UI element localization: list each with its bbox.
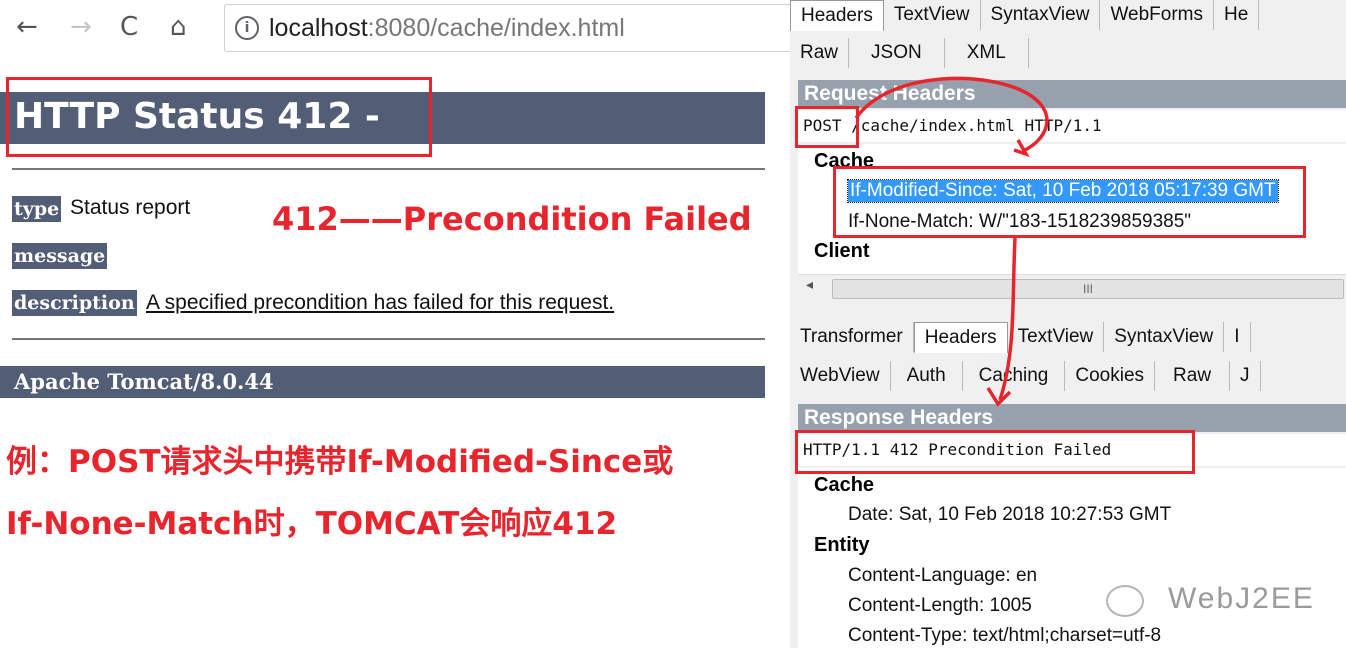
description-label: description <box>12 290 137 316</box>
request-line: POST /cache/index.html HTTP/1.1 <box>798 110 1346 142</box>
scroll-thumb[interactable]: III <box>832 279 1344 299</box>
request-tab-row: Headers TextView SyntaxView WebForms He <box>790 0 1346 31</box>
tab-textview[interactable]: TextView <box>1008 322 1105 352</box>
response-headers-title: Response Headers <box>798 404 1346 432</box>
tab-imageview[interactable]: I <box>1224 322 1251 352</box>
scroll-left-icon[interactable]: ◂ <box>806 277 813 293</box>
url-text[interactable]: localhost:8080/cache/index.html <box>269 14 625 43</box>
response-header-tree: Cache Date: Sat, 10 Feb 2018 10:27:53 GM… <box>798 468 1346 648</box>
reload-icon[interactable]: C <box>120 12 138 42</box>
tab-cookies[interactable]: Cookies <box>1065 361 1156 391</box>
tab-json[interactable]: J <box>1230 361 1261 391</box>
back-arrow-icon[interactable]: ← <box>16 12 38 42</box>
description-value: A specified precondition has failed for … <box>146 291 615 314</box>
tab-syntaxview[interactable]: SyntaxView <box>981 0 1101 30</box>
scroll-grip-icon: III <box>1082 282 1093 296</box>
method-highlight-box <box>795 106 859 148</box>
tab-caching[interactable]: Caching <box>963 361 1066 391</box>
server-version: Apache Tomcat/8.0.44 <box>14 369 274 394</box>
content-type-header[interactable]: Content-Type: text/html;charset=utf-8 <box>848 625 1161 647</box>
request-path: /cache/index.html HTTP/1.1 <box>841 116 1102 135</box>
tab-auth[interactable]: Auth <box>891 361 963 391</box>
tab-raw[interactable]: Raw <box>1155 361 1231 391</box>
type-label: type <box>12 196 62 222</box>
status-annotation: 412——Precondition Failed <box>272 200 752 238</box>
type-value: Status report <box>70 196 191 219</box>
tab-transformer[interactable]: Transformer <box>790 322 914 352</box>
url-path: :8080/cache/index.html <box>367 14 625 42</box>
content-language-header[interactable]: Content-Language: en <box>848 565 1037 587</box>
horizontal-scrollbar[interactable]: ◂ III <box>798 274 1346 301</box>
response-tab-row: Transformer Headers TextView SyntaxView … <box>790 322 1346 353</box>
response-subtab-row: WebView Auth Caching Cookies Raw J <box>790 361 1346 391</box>
request-subtab-row: Raw JSON XML <box>790 38 1346 68</box>
example-annotation-line1: 例：POST请求头中携带If-Modified-Since或 <box>6 444 674 480</box>
response-entity-group[interactable]: Entity <box>814 534 870 557</box>
date-header[interactable]: Date: Sat, 10 Feb 2018 10:27:53 GMT <box>848 504 1171 526</box>
tab-headers[interactable]: Headers <box>913 322 1008 353</box>
tab-raw[interactable]: Raw <box>790 38 850 68</box>
message-label: message <box>12 243 108 269</box>
watermark: WebJ2EE <box>1168 582 1315 615</box>
example-annotation-line2: If-None-Match时，TOMCAT会响应412 <box>6 506 618 542</box>
address-bar[interactable]: i localhost:8080/cache/index.html <box>224 4 826 52</box>
tab-webview[interactable]: WebView <box>790 361 891 391</box>
browser-window: ← → C ⌂ i localhost:8080/cache/index.htm… <box>0 0 826 648</box>
url-host: localhost <box>269 14 368 42</box>
info-icon[interactable]: i <box>235 16 259 40</box>
tab-json[interactable]: JSON <box>849 38 945 68</box>
conditional-headers-highlight-box <box>833 166 1306 238</box>
tab-syntaxview[interactable]: SyntaxView <box>1104 322 1225 352</box>
fiddler-inspector: Headers TextView SyntaxView WebForms He … <box>790 0 1346 648</box>
status-line-highlight-box <box>795 430 1195 474</box>
tab-hexview[interactable]: He <box>1214 0 1260 30</box>
request-client-group[interactable]: Client <box>814 240 870 263</box>
forward-arrow-icon[interactable]: → <box>70 12 92 42</box>
home-icon[interactable]: ⌂ <box>170 12 187 42</box>
divider <box>12 338 765 340</box>
response-cache-group[interactable]: Cache <box>814 474 874 497</box>
request-headers-title: Request Headers <box>798 80 1346 108</box>
tab-webforms[interactable]: WebForms <box>1100 0 1215 30</box>
title-highlight-box <box>6 77 432 157</box>
divider <box>12 168 765 170</box>
tab-headers[interactable]: Headers <box>790 0 884 31</box>
tab-textview[interactable]: TextView <box>884 0 981 30</box>
content-length-header[interactable]: Content-Length: 1005 <box>848 595 1032 617</box>
tab-xml[interactable]: XML <box>945 38 1029 68</box>
wechat-logo-icon <box>1106 585 1144 617</box>
